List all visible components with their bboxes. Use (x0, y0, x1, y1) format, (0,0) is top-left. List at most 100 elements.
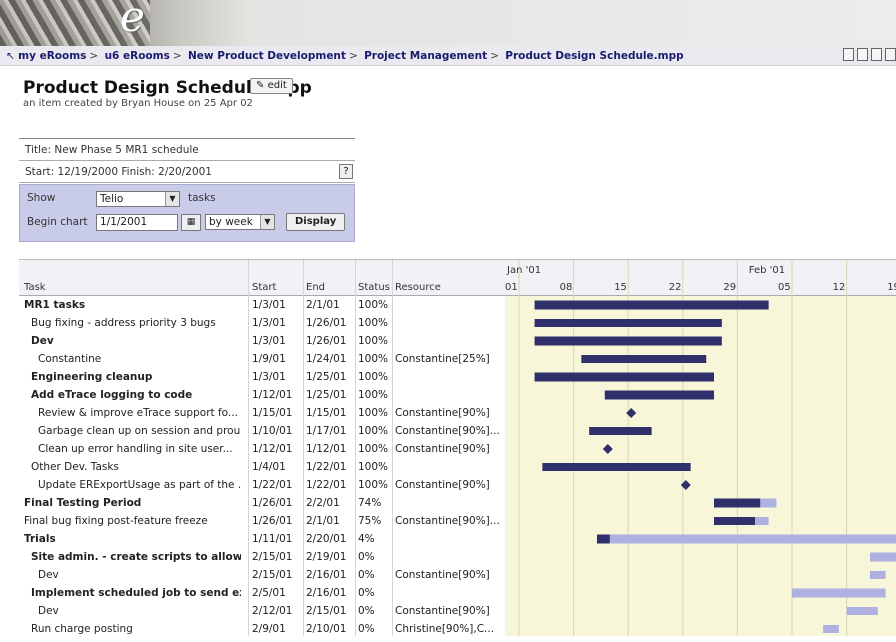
task-bar-remaining (870, 552, 896, 562)
column-header-task[interactable]: Task (24, 282, 46, 293)
column-header-start[interactable]: Start (252, 282, 276, 293)
status-cell: 100% (358, 299, 389, 311)
resource-cell: Constantine[90%]... (395, 425, 500, 437)
status-cell: 100% (358, 407, 389, 419)
table-row[interactable]: Run charge posting 2/9/01 2/10/01 0% Christi… (19, 620, 505, 638)
end-cell: 1/24/01 (306, 353, 347, 365)
table-row[interactable]: Clean up error handling in site user... 1… (19, 440, 505, 458)
resource-cell (395, 548, 503, 566)
back-arrow-icon[interactable]: ↖ (6, 50, 15, 62)
start-cell: 1/22/01 (252, 479, 293, 491)
table-row[interactable]: Dev 1/3/01 1/26/01 100% (19, 332, 505, 350)
start-cell: 1/3/01 (252, 299, 286, 311)
table-row[interactable]: Garbage clean up on session and prou... 1… (19, 422, 505, 440)
start-cell: 1/26/01 (252, 497, 293, 509)
status-cell: 0% (358, 623, 375, 635)
schedule-info: Title: New Phase 5 MR1 schedule Start: 1… (19, 138, 355, 183)
calendar-icon[interactable]: ▦ (181, 214, 201, 231)
week-label: 22 (669, 282, 682, 293)
status-cell: 0% (358, 605, 375, 617)
status-cell: 4% (358, 533, 375, 545)
start-cell: 1/3/01 (252, 371, 286, 383)
table-row[interactable]: Engineering cleanup 1/3/01 1/25/01 100% (19, 368, 505, 386)
breadcrumb-item[interactable]: Project Management (364, 50, 487, 62)
end-cell: 2/16/01 (306, 569, 347, 581)
status-cell: 100% (358, 317, 389, 329)
end-cell: 2/1/01 (306, 299, 340, 311)
status-cell: 100% (358, 443, 389, 455)
breadcrumb-item[interactable]: Product Design Schedule.mpp (505, 50, 683, 62)
schedule-title: Title: New Phase 5 MR1 schedule (19, 139, 355, 161)
schedule-dates-text: Start: 12/19/2000 Finish: 2/20/2001 (25, 166, 212, 178)
end-cell: 2/15/01 (306, 605, 347, 617)
week-label: 19 (887, 282, 896, 293)
task-name-cell: Add eTrace logging to code (31, 389, 193, 401)
month-label: Jan '01 (506, 265, 541, 276)
start-cell: 1/4/01 (252, 461, 286, 473)
breadcrumb-item[interactable]: New Product Development (188, 50, 346, 62)
task-bar-complete (581, 355, 707, 363)
table-row[interactable]: Dev 2/15/01 2/16/01 0% Constantine[90%] (19, 566, 505, 584)
table-row[interactable]: MR1 tasks 1/3/01 2/1/01 100% (19, 296, 505, 314)
column-header-resource[interactable]: Resource (395, 282, 441, 293)
task-bar-complete (604, 390, 714, 400)
breadcrumb-item[interactable]: my eRooms (18, 50, 86, 62)
status-cell: 100% (358, 353, 389, 365)
begin-chart-label: Begin chart (27, 216, 88, 228)
scale-select[interactable]: by week ▼ (205, 214, 275, 230)
table-header: Task Start End Status Resource (19, 260, 505, 296)
task-bar-remaining (846, 607, 878, 615)
edit-button[interactable]: ✎ edit (250, 78, 293, 94)
status-cell: 100% (358, 389, 389, 401)
table-row[interactable]: Final bug fixing post-feature freeze 1/26… (19, 512, 505, 530)
breadcrumb-item[interactable]: u6 eRooms (105, 50, 170, 62)
resource-cell (395, 296, 503, 314)
status-cell: 75% (358, 515, 382, 527)
column-header-end[interactable]: End (306, 282, 325, 293)
task-name-cell: Bug fixing - address priority 3 bugs (31, 317, 216, 329)
table-row[interactable]: Trials 1/11/01 2/20/01 4% (19, 530, 505, 548)
begin-chart-input[interactable]: 1/1/2001 (96, 214, 178, 231)
table-row[interactable]: Add eTrace logging to code 1/12/01 1/25/01… (19, 386, 505, 404)
task-bar-remaining (823, 625, 839, 633)
table-row[interactable]: Constantine 1/9/01 1/24/01 100% Constantine[… (19, 350, 505, 368)
task-bar-complete (714, 498, 761, 508)
task-bar-complete (589, 427, 652, 435)
task-bar-complete (714, 517, 755, 525)
table-row[interactable]: Site admin. - create scripts to allow...… (19, 548, 505, 566)
eroom-logo: e (120, 0, 145, 41)
week-label: 08 (560, 282, 573, 293)
inbox-icon[interactable] (857, 48, 868, 61)
start-cell: 1/9/01 (252, 353, 286, 365)
table-row[interactable]: Implement scheduled job to send expir...… (19, 584, 505, 602)
week-label: 12 (833, 282, 846, 293)
status-cell: 100% (358, 461, 389, 473)
navigator-icon[interactable] (843, 48, 854, 61)
start-cell: 1/3/01 (252, 317, 286, 329)
resource-cell (395, 584, 503, 602)
end-cell: 2/1/01 (306, 515, 340, 527)
column-header-status[interactable]: Status (358, 282, 390, 293)
table-row[interactable]: Dev 2/12/01 2/15/01 0% Constantine[90%] (19, 602, 505, 620)
table-row[interactable]: Update ERExportUsage as part of the ... 1… (19, 476, 505, 494)
task-name-cell: Final bug fixing post-feature freeze (24, 515, 208, 527)
page-icon[interactable] (871, 48, 882, 61)
task-name-cell: Dev (38, 569, 59, 581)
help-icon[interactable] (885, 48, 896, 61)
page-subtitle: an item created by Bryan House on 25 Apr… (23, 98, 253, 109)
table-row[interactable]: Other Dev. Tasks 1/4/01 1/22/01 100% (19, 458, 505, 476)
table-row[interactable]: Review & improve eTrace support fo... 1/1… (19, 404, 505, 422)
resource-cell (395, 458, 503, 476)
table-row[interactable]: Final Testing Period 1/26/01 2/2/01 74% (19, 494, 505, 512)
display-button[interactable]: Display (286, 213, 346, 231)
end-cell: 2/19/01 (306, 551, 347, 563)
help-button[interactable]: ? (339, 164, 353, 179)
end-cell: 1/15/01 (306, 407, 347, 419)
task-name-cell: Update ERExportUsage as part of the ... (38, 479, 241, 491)
chevron-down-icon: ▼ (260, 215, 274, 229)
table-row[interactable]: Bug fixing - address priority 3 bugs 1/3/… (19, 314, 505, 332)
show-select[interactable]: Telio ▼ (96, 191, 180, 207)
chevron-down-icon: ▼ (165, 192, 179, 206)
end-cell: 2/16/01 (306, 587, 347, 599)
resource-cell: Constantine[25%] (395, 353, 490, 365)
